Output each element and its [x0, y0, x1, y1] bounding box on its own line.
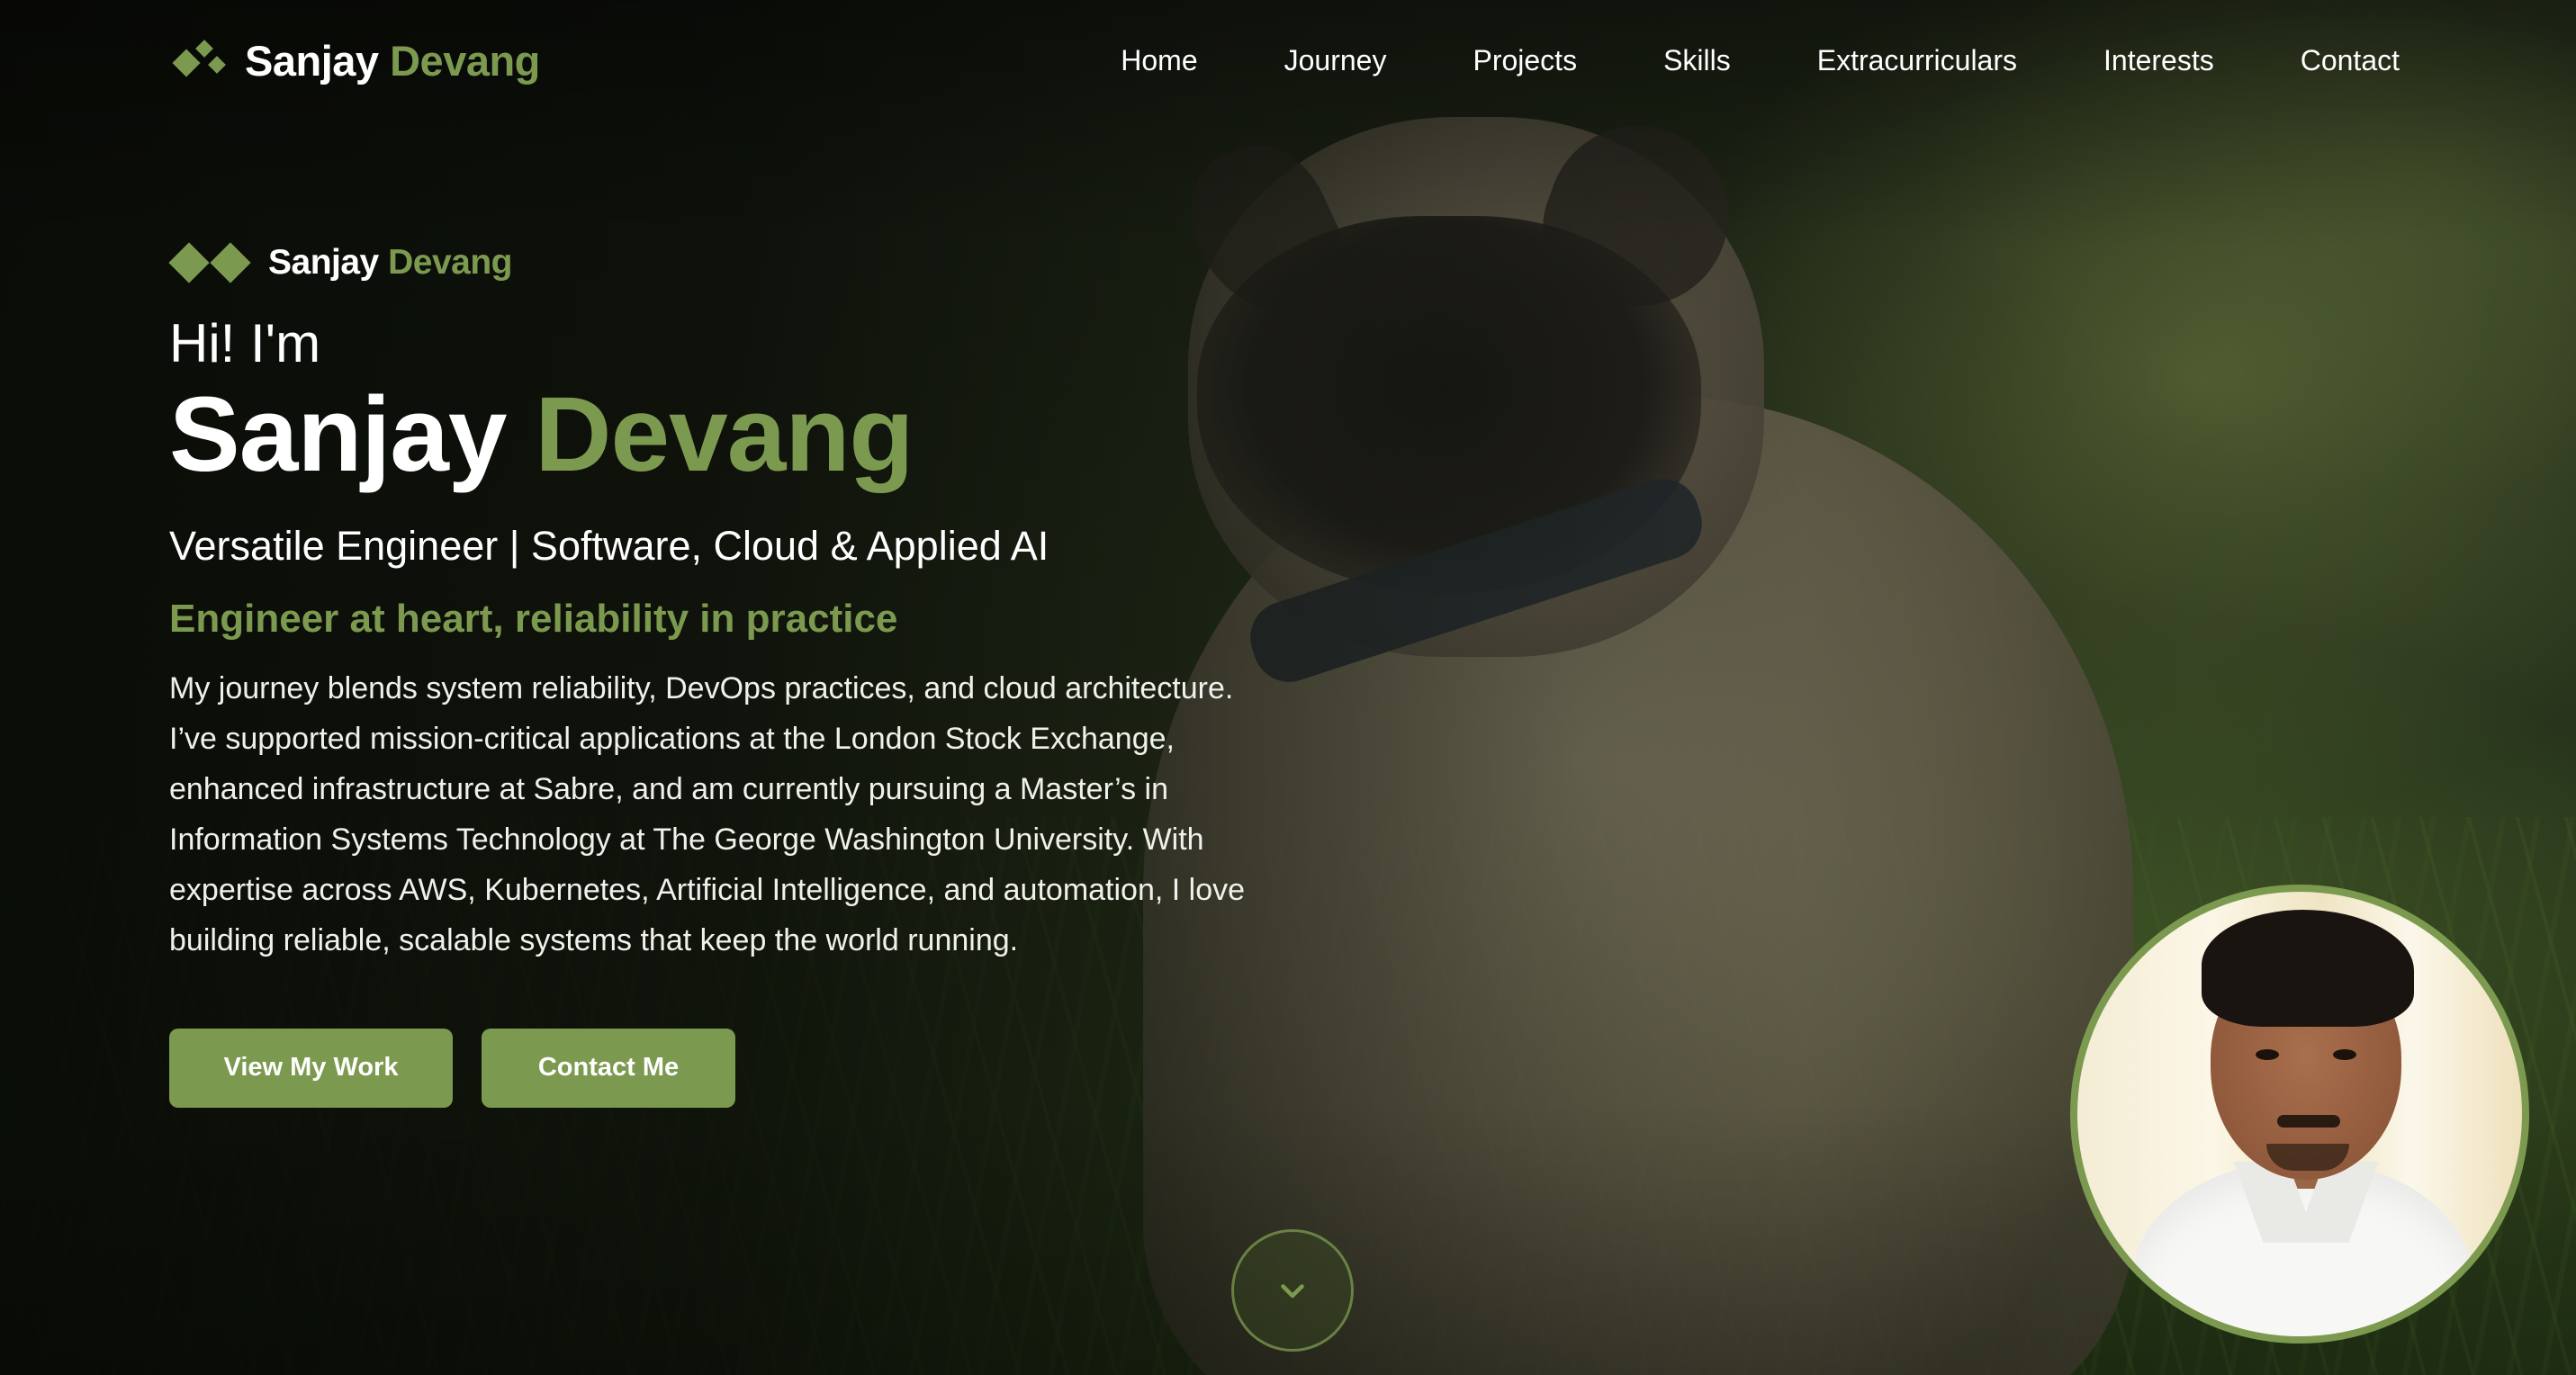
scroll-down-button[interactable] — [1231, 1229, 1354, 1352]
nav-link-interests[interactable]: Interests — [2103, 44, 2214, 77]
nav-link-journey[interactable]: Journey — [1284, 44, 1387, 77]
nav-link-skills[interactable]: Skills — [1663, 44, 1731, 77]
profile-photo — [2070, 885, 2529, 1344]
hero-tagline: Engineer at heart, reliability in practi… — [169, 596, 898, 641]
brand-name: Sanjay Devang — [245, 36, 540, 85]
brand-last-name: Devang — [390, 37, 540, 85]
hero-role: Versatile Engineer | Software, Cloud & A… — [169, 522, 1049, 569]
mini-brand-first-name: Sanjay — [268, 243, 379, 282]
nav-link-projects[interactable]: Projects — [1473, 44, 1577, 77]
nav-links: Home Journey Projects Skills Extracurric… — [1121, 44, 2400, 77]
view-my-work-button[interactable]: View My Work — [169, 1028, 453, 1108]
brand-logo[interactable]: Sanjay Devang — [172, 36, 540, 85]
diamonds-logo-icon — [172, 39, 232, 84]
chevron-down-icon — [1281, 1284, 1304, 1299]
hero-mini-brand: Sanjay Devang — [168, 242, 1303, 283]
hero-last-name: Devang — [535, 375, 914, 494]
hero-mini-brand-name: Sanjay Devang — [268, 243, 512, 283]
hero-first-name: Sanjay — [169, 375, 507, 494]
hero-name: Sanjay Devang — [169, 379, 1303, 491]
mini-brand-last-name: Devang — [388, 243, 512, 282]
hero-bio: My journey blends system reliability, De… — [169, 670, 1246, 957]
contact-me-button[interactable]: Contact Me — [482, 1028, 735, 1108]
nav-link-extracurriculars[interactable]: Extracurriculars — [1817, 44, 2017, 77]
hero-buttons: View My Work Contact Me — [169, 1028, 1303, 1108]
hero-section: Sanjay Devang Hi! I'm Sanjay Devang Vers… — [168, 242, 1303, 1108]
hero-greeting: Hi! I'm — [169, 313, 321, 373]
nav-link-home[interactable]: Home — [1121, 44, 1197, 77]
double-diamond-icon — [168, 242, 256, 283]
top-navigation: Sanjay Devang Home Journey Projects Skil… — [0, 0, 2576, 121]
brand-first-name: Sanjay — [245, 37, 379, 85]
nav-link-contact[interactable]: Contact — [2301, 44, 2400, 77]
